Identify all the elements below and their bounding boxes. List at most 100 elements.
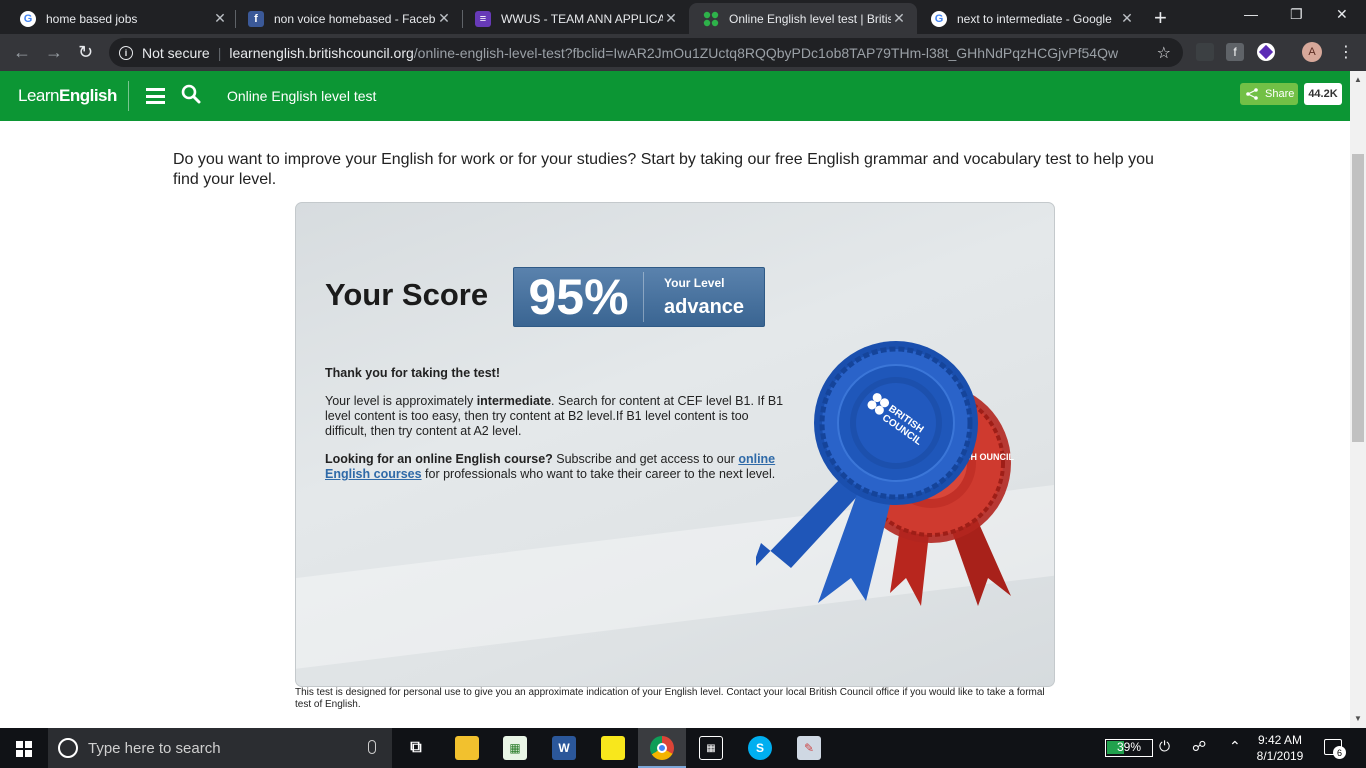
share-icon: [1246, 88, 1258, 100]
tab-title: home based jobs: [46, 11, 138, 26]
tab-title: WWUS - TEAM ANN APPLICAT: [501, 11, 663, 26]
course-promo: Looking for an online English course? Su…: [325, 452, 790, 482]
purple-extension-icon[interactable]: [1257, 43, 1275, 61]
search-placeholder: Type here to search: [88, 739, 221, 757]
minimize-button[interactable]: —: [1244, 6, 1258, 22]
restore-button[interactable]: ❐: [1290, 6, 1303, 23]
tab-wwus-forms[interactable]: ≡ WWUS - TEAM ANN APPLICAT ✕: [461, 3, 689, 34]
course-text-part1: Subscribe and get access to our: [552, 452, 739, 466]
tab-title: Online English level test | Britis: [729, 11, 891, 26]
level-description: Your level is approximately intermediate…: [325, 394, 790, 439]
skype-icon[interactable]: S: [748, 736, 772, 760]
word-icon[interactable]: W: [552, 736, 576, 760]
battery-percent: 39%: [1116, 740, 1142, 754]
chrome-icon[interactable]: [650, 736, 674, 760]
profile-avatar[interactable]: A: [1302, 42, 1322, 62]
notification-count: 6: [1333, 746, 1346, 759]
power-plug-icon[interactable]: ⏻: [1159, 738, 1170, 755]
calculator-icon[interactable]: ▦: [699, 736, 723, 760]
tab-facebook[interactable]: f non voice homebased - Faceb ✕: [234, 3, 462, 34]
people-icon[interactable]: ☍: [1192, 738, 1206, 755]
score-card: Your Score 95% Your Level advance Thank …: [295, 202, 1055, 687]
logo-light-text: Learn: [18, 86, 59, 105]
google-icon: G: [20, 10, 36, 27]
back-button[interactable]: ←: [13, 42, 31, 63]
browser-tab-strip: G home based jobs ✕ f non voice homebase…: [0, 0, 1366, 34]
site-header: LearnEnglish Online English level test S…: [0, 71, 1350, 121]
logo-bold-text: English: [58, 86, 117, 105]
search-icon[interactable]: [181, 84, 201, 104]
file-explorer-icon[interactable]: [455, 736, 479, 760]
scroll-down-arrow-icon[interactable]: ▼: [1354, 714, 1362, 723]
score-label: Your Score: [325, 277, 489, 312]
extension-icon[interactable]: [1196, 43, 1214, 61]
close-icon[interactable]: ✕: [212, 10, 228, 27]
tab-title: next to intermediate - Google: [957, 11, 1112, 26]
browser-toolbar: ← → ↻ i Not secure | learnenglish.britis…: [0, 34, 1366, 71]
address-bar[interactable]: i Not secure | learnenglish.britishcounc…: [109, 38, 1183, 67]
tab-next-to-intermediate[interactable]: G next to intermediate - Google ✕: [917, 3, 1145, 34]
url-path: /online-english-level-test?fbclid=IwAR2J…: [413, 44, 1119, 61]
score-box: 95% Your Level advance: [513, 267, 765, 327]
share-count: 44.2K: [1304, 83, 1342, 105]
british-council-rosette-image: ITISH OUNCIL BRITISH COUNCIL: [751, 328, 1026, 618]
clock-time: 9:42 AM: [1257, 733, 1303, 747]
info-icon[interactable]: i: [119, 45, 133, 60]
windows-start-icon[interactable]: [16, 741, 32, 757]
google-icon: G: [931, 10, 947, 27]
bookmark-star-icon[interactable]: ☆: [1157, 43, 1171, 63]
sticky-notes-icon[interactable]: [601, 736, 625, 760]
taskbar-search-box[interactable]: Type here to search: [48, 728, 392, 768]
tab-title: non voice homebased - Faceb: [274, 11, 436, 26]
security-label: Not secure: [142, 44, 210, 61]
close-icon[interactable]: ✕: [891, 10, 907, 27]
action-center-icon[interactable]: 6: [1324, 739, 1346, 759]
score-divider: [643, 272, 644, 322]
close-icon[interactable]: ✕: [1119, 10, 1135, 27]
page-scrollbar[interactable]: ▲ ▼: [1350, 71, 1366, 728]
address-divider: |: [217, 44, 222, 61]
disclaimer-text: This test is designed for personal use t…: [295, 687, 1045, 710]
url-host: learnenglish.britishcouncil.org: [229, 44, 414, 61]
chevron-up-icon[interactable]: ⌃: [1229, 738, 1241, 755]
clock-date: 8/1/2019: [1256, 749, 1304, 763]
close-icon[interactable]: ✕: [436, 10, 452, 27]
level-text-part1: Your level is approximately: [325, 394, 477, 408]
share-label: Share: [1265, 88, 1295, 100]
page-title: Online English level test: [227, 88, 377, 104]
system-clock[interactable]: 9:42 AM 8/1/2019: [1246, 732, 1314, 764]
spreadsheet-app-icon[interactable]: ▦: [503, 736, 527, 760]
scroll-up-arrow-icon[interactable]: ▲: [1354, 75, 1362, 84]
windows-taskbar: Type here to search ⧉ ▦ W ▦ S ✎ 39% ⏻ ☍ …: [0, 728, 1366, 768]
course-text-part2: for professionals who want to take their…: [421, 467, 776, 481]
microphone-icon[interactable]: [368, 740, 376, 754]
close-icon[interactable]: ✕: [663, 10, 679, 27]
new-tab-button[interactable]: +: [1154, 5, 1167, 31]
battery-indicator[interactable]: 39%: [1105, 739, 1153, 757]
task-view-icon[interactable]: ⧉: [404, 736, 428, 760]
forward-button[interactable]: →: [45, 42, 63, 63]
browser-menu-icon[interactable]: ⋮: [1338, 42, 1354, 62]
scrollbar-thumb[interactable]: [1352, 154, 1364, 442]
learnenglish-icon: [703, 11, 719, 27]
learnenglish-logo[interactable]: LearnEnglish: [18, 86, 117, 106]
paint-icon[interactable]: ✎: [797, 736, 821, 760]
thanks-text: Thank you for taking the test!: [325, 366, 501, 380]
level-name: intermediate: [476, 394, 552, 408]
course-question: Looking for an online English course?: [325, 452, 553, 466]
thanks-heading: Thank you for taking the test!: [325, 366, 790, 381]
cortana-icon[interactable]: [58, 738, 78, 758]
facebook-icon: f: [248, 10, 264, 27]
hamburger-menu-icon[interactable]: [146, 88, 165, 104]
score-value: 95%: [528, 269, 629, 325]
intro-text: Do you want to improve your English for …: [173, 151, 1154, 188]
level-value: advance: [664, 296, 745, 318]
tab-home-based-jobs[interactable]: G home based jobs ✕: [6, 3, 238, 34]
facebook-extension-icon[interactable]: f: [1226, 43, 1244, 61]
level-label: Your Level: [664, 276, 725, 290]
reload-button[interactable]: ↻: [78, 42, 93, 63]
header-divider: [128, 81, 129, 111]
share-button[interactable]: Share: [1240, 83, 1298, 105]
tab-online-english-level-test[interactable]: Online English level test | Britis ✕: [689, 3, 917, 34]
close-window-button[interactable]: ✕: [1336, 6, 1348, 23]
